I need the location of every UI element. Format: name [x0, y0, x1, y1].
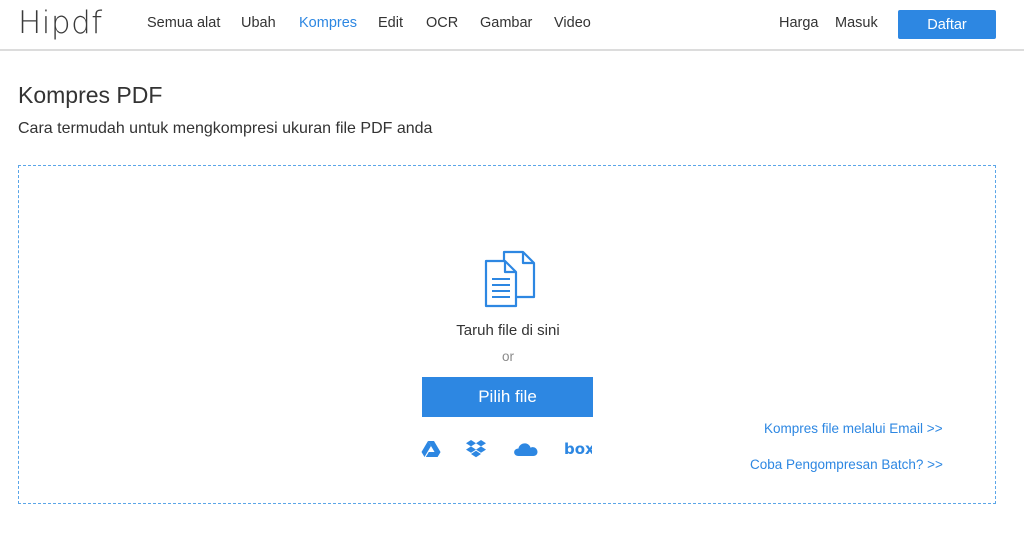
page-subtitle: Cara termudah untuk mengkompresi ukuran … — [18, 120, 433, 137]
dropbox-icon[interactable] — [466, 438, 486, 460]
signup-button[interactable]: Daftar — [898, 10, 996, 39]
pricing-link[interactable]: Harga — [779, 15, 819, 31]
drop-files-text: Taruh file di sini — [456, 322, 560, 339]
file-dropzone[interactable]: Taruh file di sini or Pilih file box Kom… — [18, 165, 996, 504]
nav-item-gambar[interactable]: Gambar — [480, 15, 532, 31]
top-header: Hipdf Semua alat Ubah Kompres Edit OCR G… — [0, 0, 1024, 51]
nav-item-ubah[interactable]: Ubah — [241, 15, 276, 31]
login-link[interactable]: Masuk — [835, 15, 878, 31]
cloud-sources: box — [419, 438, 599, 462]
nav-item-edit[interactable]: Edit — [378, 15, 403, 31]
google-drive-icon[interactable] — [421, 438, 441, 460]
hipdf-logo[interactable]: Hipdf — [18, 5, 103, 41]
onedrive-icon[interactable] — [513, 438, 539, 460]
nav-item-kompres[interactable]: Kompres — [299, 15, 357, 31]
nav-item-ocr[interactable]: OCR — [426, 15, 458, 31]
batch-compress-link[interactable]: Coba Pengompresan Batch? >> — [750, 457, 943, 472]
or-separator: or — [501, 349, 514, 364]
choose-file-button[interactable]: Pilih file — [422, 377, 593, 417]
documents-icon — [484, 250, 536, 308]
nav-item-video[interactable]: Video — [554, 15, 591, 31]
box-icon[interactable]: box — [564, 438, 592, 460]
nav-item-semua-alat[interactable]: Semua alat — [147, 15, 220, 31]
compress-via-email-link[interactable]: Kompres file melalui Email >> — [764, 421, 943, 436]
page-title: Kompres PDF — [18, 82, 163, 108]
box-logo-text: box — [564, 440, 592, 458]
